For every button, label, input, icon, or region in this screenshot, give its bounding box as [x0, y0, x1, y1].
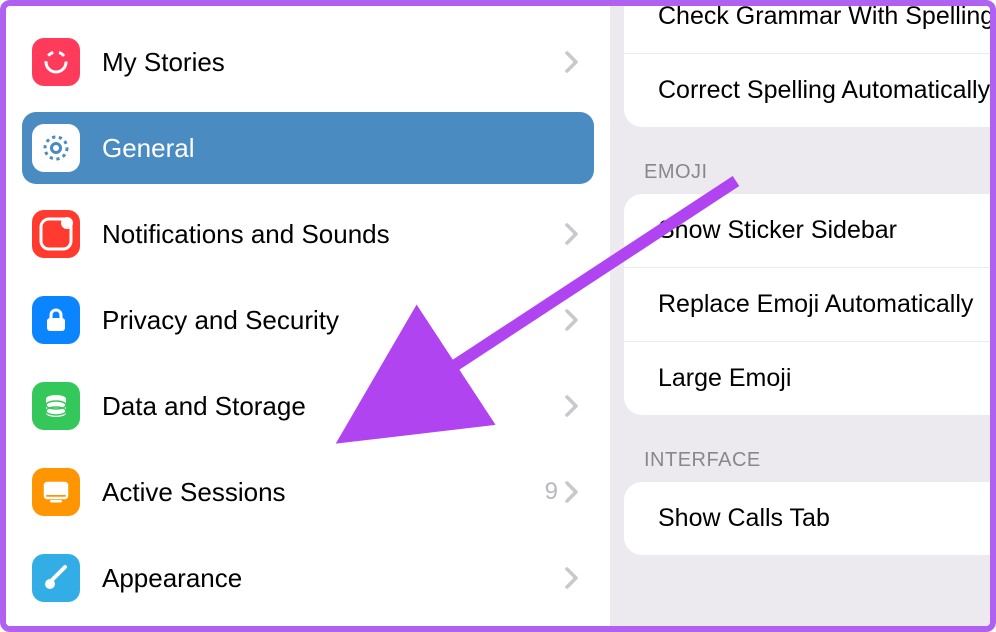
brush-icon — [32, 554, 80, 602]
spelling-group: Check Grammar With Spelling Correct Spel… — [624, 6, 990, 127]
section-header-emoji: EMOJI — [610, 127, 990, 194]
row-check-grammar[interactable]: Check Grammar With Spelling — [624, 6, 990, 54]
sidebar-item-data-storage[interactable]: Data and Storage — [22, 370, 594, 442]
sidebar-item-label: Data and Storage — [102, 391, 564, 422]
bell-icon — [32, 210, 80, 258]
gear-icon — [32, 124, 80, 172]
chevron-right-icon — [564, 308, 580, 332]
section-header-interface: INTERFACE — [610, 415, 990, 482]
sidebar-item-active-sessions[interactable]: Active Sessions 9 — [22, 456, 594, 528]
row-show-calls-tab[interactable]: Show Calls Tab — [624, 482, 990, 555]
emoji-group: Show Sticker Sidebar Replace Emoji Autom… — [624, 194, 990, 415]
row-large-emoji[interactable]: Large Emoji — [624, 342, 990, 415]
sidebar-item-label: Active Sessions — [102, 477, 545, 508]
sidebar-item-label: Notifications and Sounds — [102, 219, 564, 250]
database-icon — [32, 382, 80, 430]
stories-icon — [32, 38, 80, 86]
interface-group: Show Calls Tab — [624, 482, 990, 555]
chevron-right-icon — [564, 394, 580, 418]
chevron-right-icon — [564, 566, 580, 590]
row-correct-spelling[interactable]: Correct Spelling Automatically — [624, 54, 990, 127]
sidebar-item-general[interactable]: General — [22, 112, 594, 184]
sidebar-item-appearance[interactable]: Appearance — [22, 542, 594, 614]
row-replace-emoji-auto[interactable]: Replace Emoji Automatically — [624, 268, 990, 342]
chevron-right-icon — [564, 480, 580, 504]
sessions-count-badge: 9 — [545, 478, 558, 506]
chevron-right-icon — [564, 222, 580, 246]
settings-sidebar: My Stories General Notifications an — [6, 6, 610, 626]
row-show-sticker-sidebar[interactable]: Show Sticker Sidebar — [624, 194, 990, 268]
sidebar-item-label: Appearance — [102, 563, 564, 594]
monitor-icon — [32, 468, 80, 516]
chevron-right-icon — [564, 50, 580, 74]
sidebar-item-notifications[interactable]: Notifications and Sounds — [22, 198, 594, 270]
settings-window: My Stories General Notifications an — [0, 0, 996, 632]
detail-pane: Check Grammar With Spelling Correct Spel… — [610, 6, 990, 626]
sidebar-item-privacy[interactable]: Privacy and Security — [22, 284, 594, 356]
sidebar-item-label: Privacy and Security — [102, 305, 564, 336]
sidebar-item-label: General — [102, 133, 580, 164]
lock-icon — [32, 296, 80, 344]
sidebar-item-my-stories[interactable]: My Stories — [22, 26, 594, 98]
sidebar-item-label: My Stories — [102, 47, 564, 78]
